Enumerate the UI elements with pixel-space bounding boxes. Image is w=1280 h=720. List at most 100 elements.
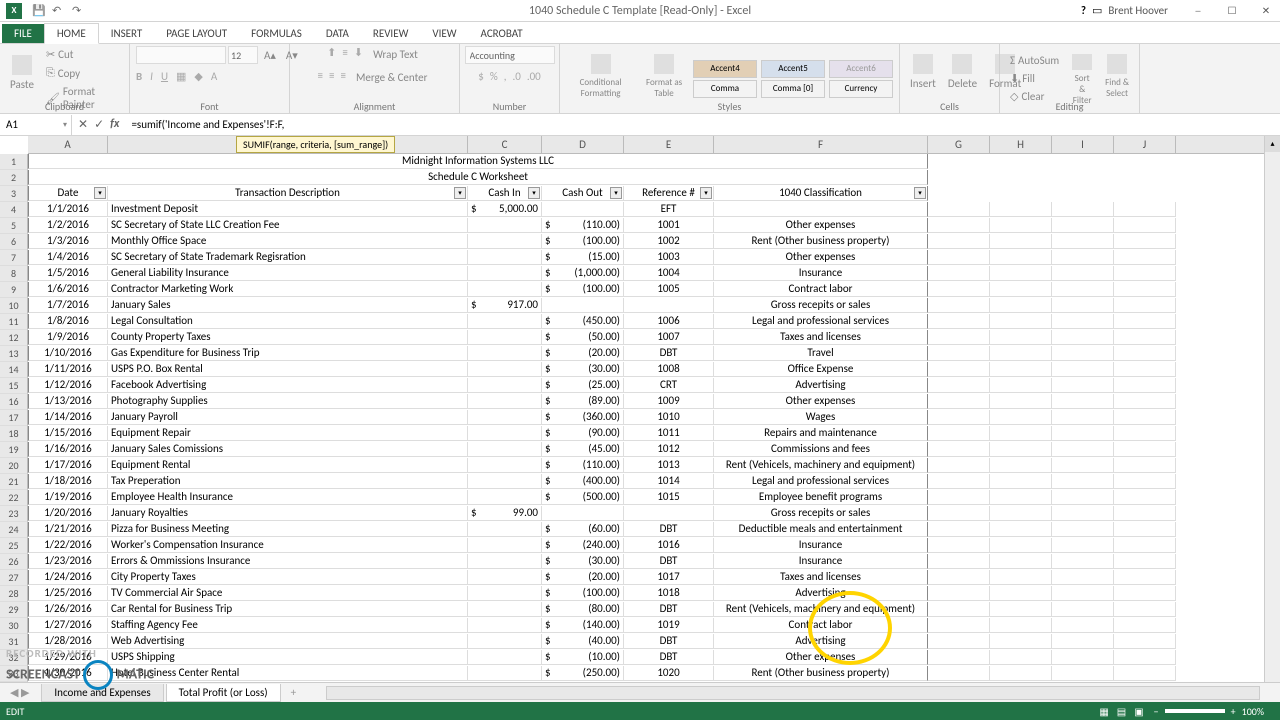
cell-date[interactable]: 1/24/2016 xyxy=(28,570,108,585)
cell-ref[interactable]: DBT xyxy=(624,634,714,649)
name-box[interactable]: A1 xyxy=(0,115,72,135)
style-accent5[interactable]: Accent5 xyxy=(761,60,825,78)
style-comma[interactable]: Comma xyxy=(693,80,757,98)
cell-cashout[interactable]: $(20.00) xyxy=(542,570,624,585)
filter-icon[interactable]: ▾ xyxy=(610,187,622,199)
cell-class[interactable]: Gross recepits or sales xyxy=(714,298,928,313)
cell-date[interactable]: 1/13/2016 xyxy=(28,394,108,409)
cell-cashin[interactable] xyxy=(468,458,542,473)
cell-cashout[interactable]: $(400.00) xyxy=(542,474,624,489)
cell-desc[interactable]: Equipment Rental xyxy=(108,458,468,473)
cell-ref[interactable]: 1001 xyxy=(624,218,714,233)
row-header[interactable]: 23 xyxy=(0,506,28,522)
cell-cashin[interactable] xyxy=(468,266,542,281)
cell-desc[interactable]: January Sales xyxy=(108,298,468,313)
header-class[interactable]: 1040 Classification▾ xyxy=(714,186,928,201)
undo-icon[interactable]: ↶ xyxy=(52,4,66,18)
cell-cashout[interactable]: $(1,000.00) xyxy=(542,266,624,281)
cell-class[interactable]: Taxes and licenses xyxy=(714,330,928,345)
cell-cashin[interactable] xyxy=(468,362,542,377)
tab-pagelayout[interactable]: PAGE LAYOUT xyxy=(154,24,239,43)
cut-button[interactable]: ✂Cut xyxy=(42,46,123,63)
tab-view[interactable]: VIEW xyxy=(420,24,468,43)
col-header-F[interactable]: F xyxy=(714,136,928,153)
row-header[interactable]: 29 xyxy=(0,602,28,618)
tab-insert[interactable]: INSERT xyxy=(99,24,155,43)
cell-date[interactable]: 1/3/2016 xyxy=(28,234,108,249)
tab-formulas[interactable]: FORMULAS xyxy=(239,24,314,43)
cell-ref[interactable]: 1003 xyxy=(624,250,714,265)
row-header[interactable]: 21 xyxy=(0,474,28,490)
col-header-I[interactable]: I xyxy=(1052,136,1114,153)
cell-date[interactable]: 1/8/2016 xyxy=(28,314,108,329)
tab-home[interactable]: HOME xyxy=(44,23,99,44)
cell-cashout[interactable]: $(30.00) xyxy=(542,362,624,377)
cell-desc[interactable]: Hotel Business Center Rental xyxy=(108,666,468,681)
cell-class[interactable]: Advertising xyxy=(714,634,928,649)
row-header[interactable]: 25 xyxy=(0,538,28,554)
cell-class[interactable]: Insurance xyxy=(714,538,928,553)
style-accent6[interactable]: Accent6 xyxy=(829,60,893,78)
cell-cashout[interactable]: $(60.00) xyxy=(542,522,624,537)
scroll-up-icon[interactable]: ▴ xyxy=(1265,136,1280,152)
align-right-icon[interactable]: ≡ xyxy=(340,69,345,86)
cell-desc[interactable]: TV Commercial Air Space xyxy=(108,586,468,601)
cell-cashin[interactable] xyxy=(468,522,542,537)
cell-desc[interactable]: Equipment Repair xyxy=(108,426,468,441)
ribbon-options-icon[interactable]: ▭ xyxy=(1092,4,1102,17)
cell-class[interactable] xyxy=(714,202,928,217)
cell-cashout[interactable]: $(500.00) xyxy=(542,490,624,505)
cell-date[interactable]: 1/6/2016 xyxy=(28,282,108,297)
cell-desc[interactable]: January Sales Comissions xyxy=(108,442,468,457)
row-header[interactable]: 16 xyxy=(0,394,28,410)
col-header-E[interactable]: E xyxy=(624,136,714,153)
cell-cashout[interactable]: $(80.00) xyxy=(542,602,624,617)
cell-desc[interactable]: Investment Deposit xyxy=(108,202,468,217)
fill-color-button[interactable]: ◆ xyxy=(194,70,202,83)
cell-date[interactable]: 1/14/2016 xyxy=(28,410,108,425)
cell-date[interactable]: 1/11/2016 xyxy=(28,362,108,377)
align-middle-icon[interactable]: ≡ xyxy=(342,46,347,63)
cell-date[interactable]: 1/1/2016 xyxy=(28,202,108,217)
cell-desc[interactable]: Employee Health Insurance xyxy=(108,490,468,505)
horizontal-scrollbar[interactable] xyxy=(326,686,1260,700)
align-center-icon[interactable]: ≡ xyxy=(329,69,334,86)
row-header[interactable]: 24 xyxy=(0,522,28,538)
row-header[interactable]: 10 xyxy=(0,298,28,314)
col-header-H[interactable]: H xyxy=(990,136,1052,153)
font-size-input[interactable] xyxy=(228,46,258,64)
header-ref[interactable]: Reference #▾ xyxy=(624,186,714,201)
merge-center-button[interactable]: Merge & Center xyxy=(352,69,432,86)
cell-date[interactable]: 1/15/2016 xyxy=(28,426,108,441)
cell-class[interactable]: Advertising xyxy=(714,378,928,393)
decrease-decimal-icon[interactable]: .00 xyxy=(527,70,541,83)
zoom-level[interactable]: 100% xyxy=(1242,705,1264,718)
row-header[interactable]: 28 xyxy=(0,586,28,602)
col-header-C[interactable]: C xyxy=(468,136,542,153)
cell-cashout[interactable]: $(89.00) xyxy=(542,394,624,409)
header-description[interactable]: Transaction Description▾ xyxy=(108,186,468,201)
cell-desc[interactable]: SC Secretary of State LLC Creation Fee xyxy=(108,218,468,233)
cell-cashout[interactable] xyxy=(542,202,624,217)
cell-ref[interactable]: CRT xyxy=(624,378,714,393)
redo-icon[interactable]: ↷ xyxy=(72,4,86,18)
cell-date[interactable]: 1/25/2016 xyxy=(28,586,108,601)
cell-class[interactable]: Contract labor xyxy=(714,618,928,633)
cell-desc[interactable]: Photography Supplies xyxy=(108,394,468,409)
row-header[interactable]: 19 xyxy=(0,442,28,458)
cell-class[interactable]: Other expenses xyxy=(714,250,928,265)
cell-date[interactable]: 1/19/2016 xyxy=(28,490,108,505)
cell-ref[interactable]: 1007 xyxy=(624,330,714,345)
cell-class[interactable]: Contract labor xyxy=(714,282,928,297)
cell-ref[interactable]: DBT xyxy=(624,346,714,361)
cell-ref[interactable]: 1018 xyxy=(624,586,714,601)
cell-date[interactable]: 1/12/2016 xyxy=(28,378,108,393)
autosum-button[interactable]: ΣAutoSum xyxy=(1006,52,1063,69)
cell-cashout[interactable]: $(100.00) xyxy=(542,586,624,601)
row-header[interactable]: 2 xyxy=(0,170,28,186)
cell-cashout[interactable]: $(90.00) xyxy=(542,426,624,441)
cell-date[interactable]: 1/22/2016 xyxy=(28,538,108,553)
row-header[interactable]: 8 xyxy=(0,266,28,282)
cell-desc[interactable]: General Liability Insurance xyxy=(108,266,468,281)
tab-file[interactable]: FILE xyxy=(2,24,44,43)
